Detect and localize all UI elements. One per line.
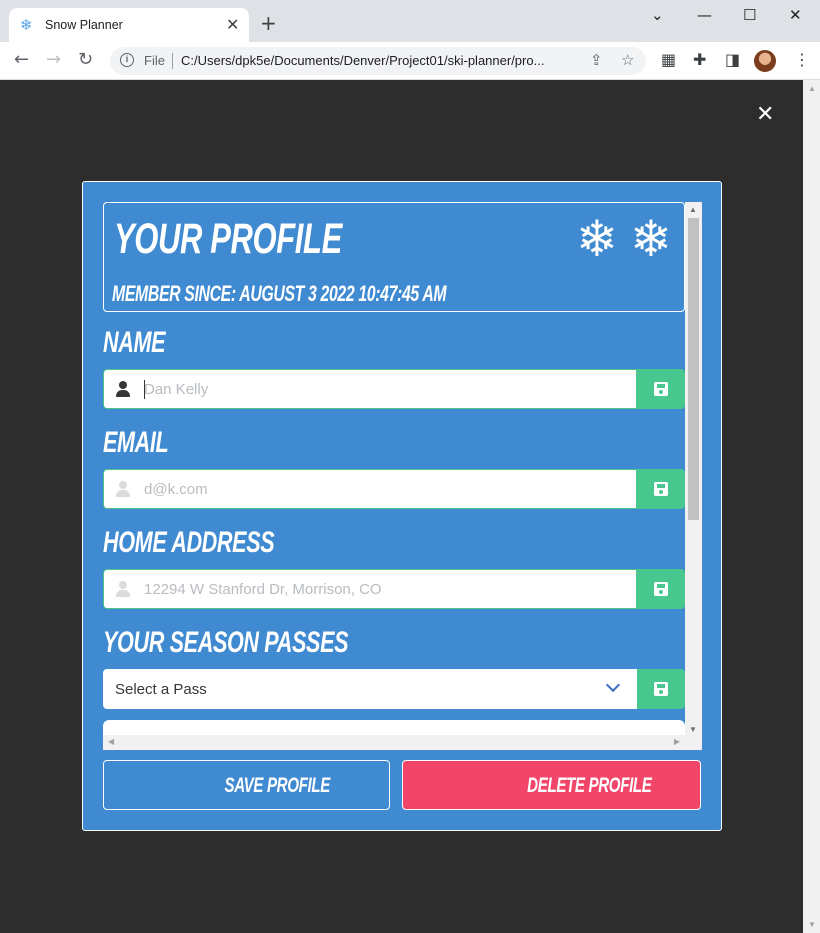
tab-strip: ❄ Snow Planner ✕ + ⌄ — ☐ ✕	[0, 0, 820, 42]
email-field-row: d@k.com	[103, 469, 685, 509]
address-bar[interactable]: i File C:/Users/dpk5e/Documents/Denver/P…	[110, 47, 646, 75]
file-scheme-label: File	[144, 53, 165, 68]
scroll-up-arrow-icon[interactable]: ▲	[808, 84, 816, 93]
bookmark-star-icon[interactable]: ☆	[621, 51, 634, 69]
address-field-row: 12294 W Stanford Dr, Morrison, CO	[103, 569, 685, 609]
profile-modal: Your Profile Member Since: August 3 2022…	[82, 181, 722, 831]
apps-grid-icon[interactable]: ▦	[661, 51, 676, 69]
home-address-value: 12294 W Stanford Dr, Morrison, CO	[144, 581, 382, 598]
window-close-icon[interactable]: ✕	[789, 6, 802, 24]
email-value: d@k.com	[144, 481, 208, 498]
vertical-scrollbar[interactable]: ▲ ▼	[685, 202, 702, 750]
floppy-disk-icon	[654, 382, 668, 396]
scroll-left-arrow-icon[interactable]: ◀	[108, 737, 114, 746]
forward-arrow-icon[interactable]: →	[46, 49, 61, 71]
scrollbar-thumb[interactable]	[688, 218, 699, 520]
name-field[interactable]: Dan Kelly	[103, 369, 637, 409]
season-pass-selected-value: Select a Pass	[115, 681, 207, 698]
new-tab-plus-icon[interactable]: +	[260, 13, 277, 33]
chevron-down-icon	[605, 677, 621, 693]
maximize-icon[interactable]: ☐	[743, 6, 756, 24]
user-icon	[116, 381, 130, 397]
save-name-button[interactable]	[637, 369, 685, 409]
floppy-disk-icon	[654, 582, 668, 596]
save-address-button[interactable]	[637, 569, 685, 609]
profile-header: Your Profile Member Since: August 3 2022…	[103, 202, 685, 312]
profile-avatar[interactable]	[754, 50, 776, 72]
tab-search-chevron-icon[interactable]: ⌄	[651, 6, 664, 24]
floppy-disk-icon	[654, 482, 668, 496]
scroll-down-arrow-icon[interactable]: ▼	[689, 725, 697, 734]
kebab-menu-icon[interactable]: ⋮	[794, 51, 810, 69]
save-profile-button[interactable]: Save Profile	[103, 760, 390, 810]
scroll-down-arrow-icon[interactable]: ▼	[808, 920, 816, 929]
home-address-field[interactable]: 12294 W Stanford Dr, Morrison, CO	[103, 569, 637, 609]
minimize-icon[interactable]: —	[697, 6, 712, 24]
profile-scroll-area: Your Profile Member Since: August 3 2022…	[103, 202, 685, 750]
save-pass-button[interactable]	[637, 669, 685, 709]
tab-title: Snow Planner	[45, 18, 123, 32]
member-since-text: Member Since: August 3 2022 10:47:45 AM	[112, 281, 447, 306]
scroll-right-arrow-icon[interactable]: ▶	[674, 737, 680, 746]
name-label: Name	[103, 326, 166, 359]
side-panel-icon[interactable]: ◨	[725, 51, 740, 69]
save-email-button[interactable]	[637, 469, 685, 509]
save-profile-label: Save Profile	[224, 774, 331, 797]
snowflake-icon: ❄	[576, 210, 618, 268]
season-pass-select[interactable]: Select a Pass	[103, 669, 637, 709]
reload-icon[interactable]: ↻	[78, 49, 93, 71]
browser-toolbar: ← → ↻ i File C:/Users/dpk5e/Documents/De…	[0, 42, 820, 80]
page-title: Your Profile	[114, 215, 342, 263]
tab-close-icon[interactable]: ✕	[226, 15, 239, 34]
browser-tab[interactable]: ❄ Snow Planner ✕	[9, 8, 249, 42]
snowflake-icon: ❄	[630, 210, 672, 268]
name-value: Dan Kelly	[144, 381, 209, 398]
page-scrollbar[interactable]: ▲ ▼	[803, 80, 820, 933]
user-icon	[116, 481, 130, 497]
modal-close-icon[interactable]: ✕	[756, 104, 774, 126]
name-field-row: Dan Kelly	[103, 369, 685, 409]
snowflake-favicon-icon: ❄	[20, 16, 33, 34]
info-icon[interactable]: i	[120, 53, 134, 67]
delete-profile-label: Delete Profile	[527, 774, 652, 797]
extensions-puzzle-icon[interactable]: ✚	[693, 51, 706, 69]
email-label: Email	[103, 426, 169, 459]
pass-select-row: Select a Pass	[103, 669, 685, 709]
floppy-disk-icon	[654, 682, 668, 696]
address-divider	[172, 53, 173, 69]
email-field[interactable]: d@k.com	[103, 469, 637, 509]
scroll-up-arrow-icon[interactable]: ▲	[689, 205, 697, 214]
back-arrow-icon[interactable]: ←	[14, 49, 29, 71]
user-icon	[116, 581, 130, 597]
url-text[interactable]: C:/Users/dpk5e/Documents/Denver/Project0…	[181, 53, 544, 68]
horizontal-scrollbar[interactable]: ◀ ▶	[103, 735, 685, 750]
delete-profile-button[interactable]: Delete Profile	[402, 760, 701, 810]
season-passes-label: Your Season Passes	[103, 626, 349, 659]
home-address-label: Home Address	[103, 526, 275, 559]
share-icon[interactable]: ⇪	[590, 51, 603, 69]
